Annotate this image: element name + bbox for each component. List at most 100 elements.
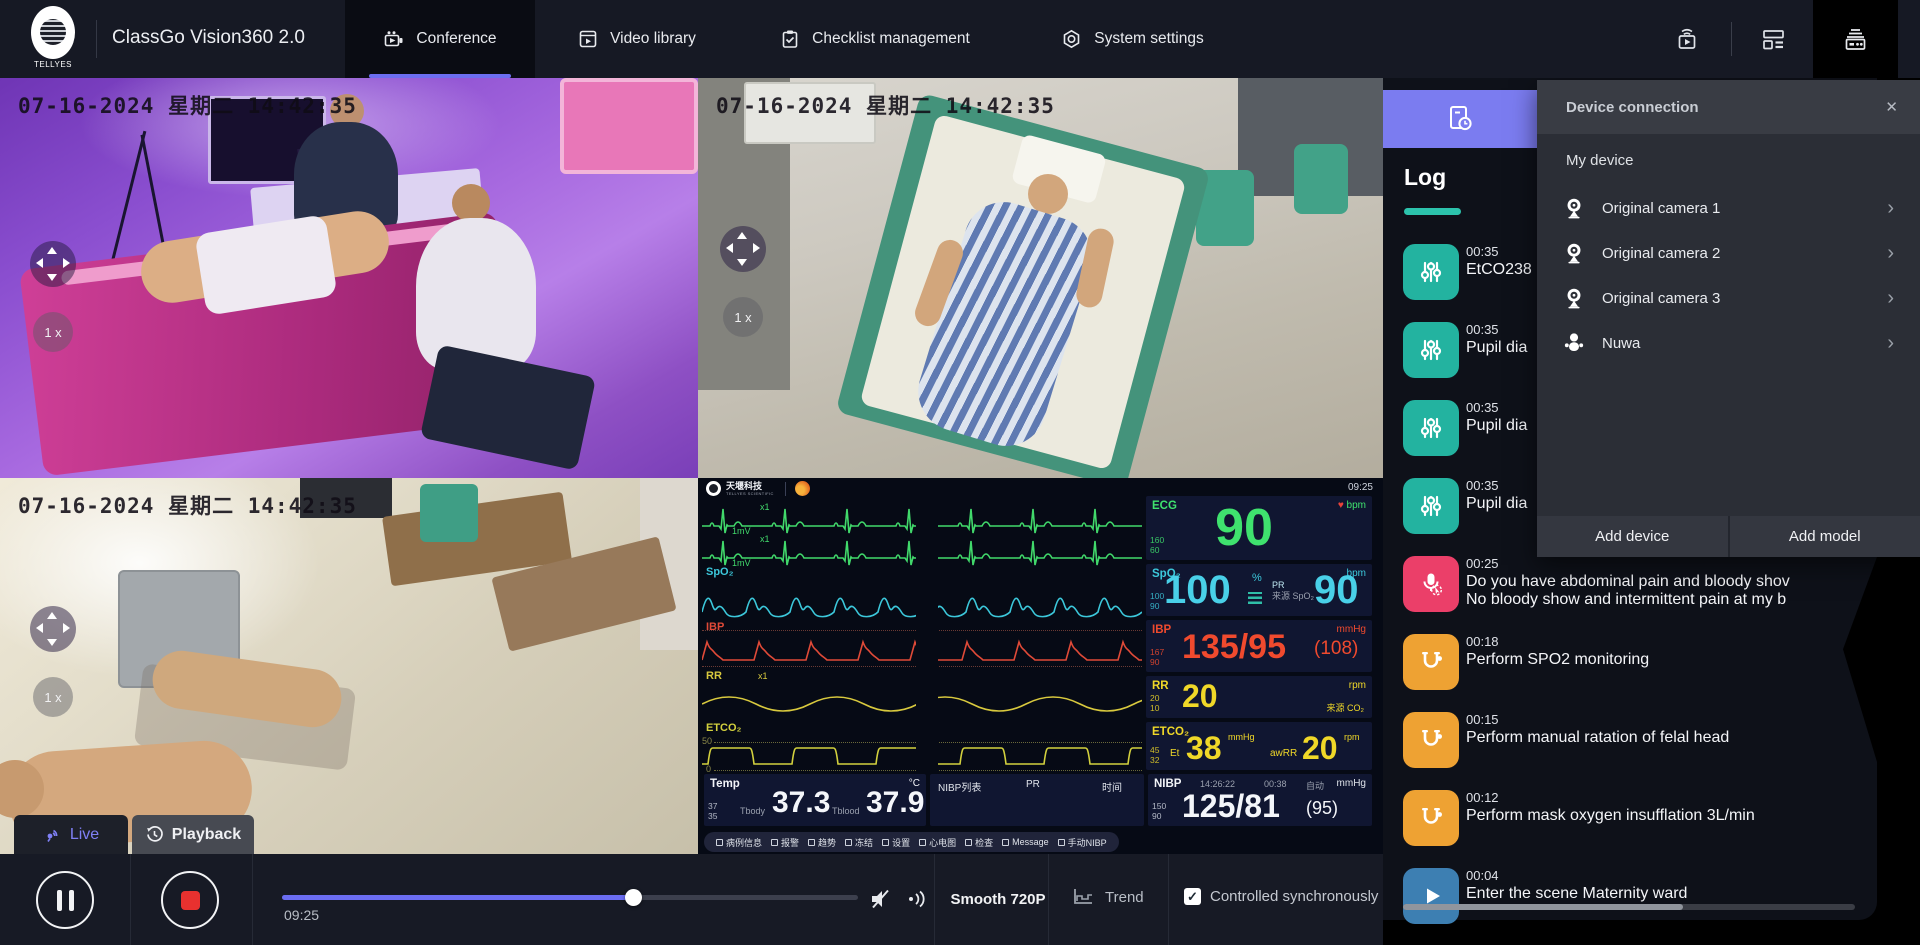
pan-control[interactable] <box>30 606 76 652</box>
app-window: TELLYES ClassGo Vision360 2.0 Conference… <box>0 0 1920 945</box>
log-entry[interactable]: 00:04 Enter the scene Maternity ward <box>1403 868 1853 932</box>
rr-gain-label: x1 <box>758 671 768 681</box>
log-entry[interactable]: 00:18 Perform SPO2 monitoring <box>1403 634 1853 698</box>
signal-bars-icon <box>1248 592 1262 604</box>
toolbar-mini-icon <box>1002 839 1009 846</box>
trend-label: Trend <box>1105 889 1144 906</box>
tab-live[interactable]: Live <box>14 815 128 854</box>
device-item-original-camera-2[interactable]: Original camera 2 › <box>1537 233 1920 273</box>
ibp-mean: (108) <box>1314 638 1358 660</box>
toolbar-mini-icon <box>882 839 889 846</box>
log-entry-text: Perform manual ratation of felal head <box>1466 729 1856 747</box>
log-entry-text: No bloody show and intermittent pain at … <box>1466 591 1856 609</box>
log-tab[interactable] <box>1383 90 1537 148</box>
toolbar-mini-icon <box>716 839 723 846</box>
log-entry-time: 00:15 <box>1466 712 1856 727</box>
log-title: Log <box>1404 164 1446 191</box>
tab-checklist-management[interactable]: Checklist management <box>745 0 1005 78</box>
tab-system-settings[interactable]: System settings <box>1025 0 1240 78</box>
rr-panel: RR rpm 2010 20 来源 CO₂ <box>1146 676 1372 718</box>
toolbar-mini-icon <box>1058 839 1065 846</box>
tbody-label: Tbody <box>740 806 765 816</box>
seek-slider-knob[interactable] <box>625 889 642 906</box>
log-entry[interactable]: 00:15 Perform manual ratation of felal h… <box>1403 712 1853 776</box>
log-entry-text: Enter the scene Maternity ward <box>1466 885 1856 903</box>
rr-wave-label: RR <box>706 670 722 682</box>
patient-monitor-view: 天堰科技 TELLYES SCIENTIFIC 09:25 x1 1mV x1 … <box>698 478 1383 854</box>
log-entry-time: 00:18 <box>1466 634 1856 649</box>
monitor-brand-en: TELLYES SCIENTIFIC <box>726 491 774 496</box>
log-entry[interactable]: 00:12 Perform mask oxygen insufflation 3… <box>1403 790 1853 854</box>
divider <box>1048 854 1049 945</box>
device-panel-title: Device connection <box>1566 99 1699 116</box>
zoom-level-badge[interactable]: 1 x <box>33 312 73 352</box>
flame-logo-icon <box>795 481 810 496</box>
playback-control-bar: 09:25 Smooth 720P Trend <box>0 854 1383 945</box>
monitor-toolbar-item: 设置 <box>882 836 910 849</box>
scrollbar-thumb[interactable] <box>1403 904 1683 910</box>
ibp-value: 135/95 <box>1182 628 1286 667</box>
log-entry-text: Do you have abdominal pain and bloody sh… <box>1466 573 1856 591</box>
tab-conference[interactable]: Conference <box>345 0 535 78</box>
pan-control[interactable] <box>30 241 76 287</box>
scene-shape <box>420 344 596 470</box>
voice-event-icon <box>1403 556 1459 612</box>
vitals-event-icon <box>1403 478 1459 534</box>
check-icon: ✓ <box>1187 890 1198 903</box>
waveform-sweep-gap <box>916 498 938 774</box>
awrr-label: awRR <box>1270 748 1297 759</box>
device-item-label: Original camera 3 <box>1602 290 1720 307</box>
device-connection-icon <box>1842 26 1869 53</box>
close-icon[interactable]: ✕ <box>1885 98 1898 116</box>
stop-record-button[interactable] <box>161 871 219 929</box>
vitals-event-icon <box>1403 322 1459 378</box>
sync-checkbox[interactable]: ✓ <box>1184 888 1201 905</box>
tab-playback[interactable]: Playback <box>132 815 254 854</box>
volume-button[interactable] <box>906 888 930 915</box>
tab-label: Checklist management <box>812 30 970 48</box>
divider <box>1731 22 1732 56</box>
video-library-icon <box>578 29 598 49</box>
checklist-icon <box>780 29 800 49</box>
nibp-value: 125/81 <box>1182 788 1280 825</box>
chevron-right-icon: › <box>1887 333 1894 353</box>
screen-layout-button[interactable] <box>1741 0 1805 78</box>
etco2-panel: ETCO₂ 4532 Et 38 mmHg awRR 20 rpm <box>1146 722 1372 770</box>
trend-button[interactable]: Trend <box>1072 887 1144 907</box>
manikin-icon <box>1562 331 1586 355</box>
add-model-button[interactable]: Add model <box>1728 516 1920 557</box>
live-stream-button[interactable] <box>1655 0 1719 78</box>
pause-button[interactable] <box>36 871 94 929</box>
monitor-toolbar: 病例信息 报警 趋势 冻结 设置 心电图 检查 Message 手动NIBP <box>704 832 1119 852</box>
device-item-original-camera-3[interactable]: Original camera 3 › <box>1537 278 1920 318</box>
device-item-nuwa[interactable]: Nuwa › <box>1537 323 1920 363</box>
action-event-icon <box>1403 634 1459 690</box>
rr-label: RR <box>1152 680 1169 692</box>
etco2-label: ETCO₂ <box>1152 726 1189 738</box>
quality-selector[interactable]: Smooth 720P <box>948 891 1048 908</box>
divider <box>1168 854 1169 945</box>
log-entry-text: Perform mask oxygen insufflation 3L/min <box>1466 807 1856 825</box>
tbody-value: 37.3 <box>772 786 830 820</box>
webcam-icon <box>1562 286 1586 310</box>
capno-lo-label: 0 <box>706 764 711 774</box>
toolbar-mini-icon <box>845 839 852 846</box>
seek-slider[interactable] <box>282 895 858 900</box>
add-device-button[interactable]: Add device <box>1537 516 1728 557</box>
scene-shape <box>420 484 478 542</box>
toolbar-mini-icon <box>919 839 926 846</box>
zoom-level-badge[interactable]: 1 x <box>33 677 73 717</box>
tab-video-library[interactable]: Video library <box>552 0 722 78</box>
device-item-original-camera-1[interactable]: Original camera 1 › <box>1537 188 1920 228</box>
zoom-level-badge[interactable]: 1 x <box>723 297 763 337</box>
device-connection-button[interactable] <box>1813 0 1898 78</box>
log-entry[interactable]: 00:25 Do you have abdominal pain and blo… <box>1403 556 1853 620</box>
sync-checkbox-group[interactable]: ✓ Controlled synchronously <box>1184 888 1378 905</box>
rr-limits: 2010 <box>1150 693 1159 713</box>
mute-button[interactable] <box>868 886 894 917</box>
log-horizontal-scrollbar[interactable] <box>1403 904 1855 910</box>
pan-control[interactable] <box>720 226 766 272</box>
divider <box>785 482 786 496</box>
temp-limits: 3735 <box>708 801 717 821</box>
toolbar-mini-icon <box>965 839 972 846</box>
